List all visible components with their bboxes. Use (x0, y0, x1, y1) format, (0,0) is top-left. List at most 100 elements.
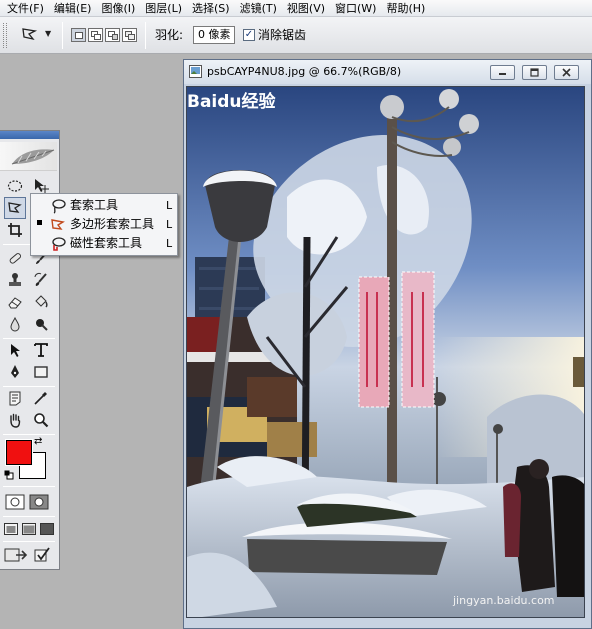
eraser-tool[interactable] (4, 291, 26, 313)
eyedropper-icon (34, 392, 47, 405)
edit-in-imageready-button[interactable] (31, 544, 53, 566)
eraser-icon (8, 297, 22, 309)
subtract-from-selection-button[interactable] (105, 28, 120, 42)
default-colors-icon[interactable] (4, 470, 14, 480)
screen-mode-icon (22, 523, 36, 535)
hand-tool[interactable] (4, 409, 26, 431)
menu-help[interactable]: 帮助(H) (381, 0, 430, 17)
polygonal-lasso-icon (51, 219, 65, 230)
svg-text:Baidu经验: Baidu经验 (187, 91, 277, 112)
burn-tool[interactable] (30, 313, 52, 335)
menu-filter[interactable]: 滤镜(T) (235, 0, 282, 17)
toolbox-separator (3, 541, 55, 542)
menu-edit[interactable]: 编辑(E) (49, 0, 97, 17)
type-icon (34, 343, 48, 357)
crop-icon (8, 223, 22, 237)
document-title-bar[interactable]: psbCAYP4NU8.jpg @ 66.7%(RGB/8) (184, 60, 591, 84)
magnetic-lasso-icon (52, 237, 66, 251)
notes-icon (9, 391, 21, 406)
menu-file[interactable]: 文件(F) (0, 0, 49, 17)
quick-mask-button[interactable] (28, 491, 50, 513)
swap-colors-icon[interactable]: ⇄ (34, 437, 42, 447)
minimize-button[interactable] (490, 65, 515, 80)
feather-field[interactable]: 0 像素 (193, 26, 235, 44)
type-tool[interactable] (30, 339, 52, 361)
pen-icon (11, 365, 19, 378)
close-icon (562, 68, 571, 77)
blur-icon (10, 316, 20, 332)
selected-bullet-icon (37, 220, 42, 225)
notes-tool[interactable] (4, 387, 26, 409)
close-button[interactable] (554, 65, 579, 80)
image-canvas[interactable]: Baidu经验 jingyan.baidu.com (186, 86, 585, 618)
options-bar-grip[interactable] (3, 23, 7, 48)
flyout-item-shortcut: L (166, 237, 173, 250)
flyout-item-shortcut: L (166, 218, 173, 231)
flyout-item-label: 多边形套索工具 (70, 217, 155, 231)
polygonal-lasso-icon (8, 202, 22, 213)
menu-bar: 文件(F) 编辑(E) 图像(I) 图层(L) 选择(S) 滤镜(T) 视图(V… (0, 0, 592, 17)
marquee-icon (7, 180, 23, 192)
history-brush-icon (34, 272, 47, 286)
intersect-selection-button[interactable] (122, 28, 137, 42)
checkmark-icon (34, 547, 50, 562)
zoom-icon (34, 413, 49, 428)
lasso-tool[interactable] (4, 197, 26, 219)
clone-stamp-tool[interactable] (4, 269, 26, 291)
polygonal-lasso-icon (22, 28, 38, 41)
menu-layer[interactable]: 图层(L) (140, 0, 187, 17)
toolbox-separator (3, 516, 55, 517)
document-window: psbCAYP4NU8.jpg @ 66.7%(RGB/8) Baidu经验 j… (183, 59, 592, 629)
paint-bucket-tool[interactable] (30, 291, 52, 313)
new-selection-button[interactable] (71, 28, 86, 42)
add-to-selection-button[interactable] (88, 28, 103, 42)
toolbox-separator (3, 434, 55, 435)
watermark-url: jingyan.baidu.com (453, 594, 555, 607)
flyout-item-magnetic-lasso[interactable]: 磁性套索工具 L (31, 234, 177, 253)
maximize-icon (530, 68, 539, 77)
options-separator (62, 22, 63, 49)
document-title: psbCAYP4NU8.jpg @ 66.7%(RGB/8) (207, 65, 402, 78)
menu-select[interactable]: 选择(S) (187, 0, 235, 17)
shape-icon (34, 366, 48, 378)
toolbox-separator (3, 486, 55, 487)
shape-tool[interactable] (30, 361, 52, 383)
marquee-tool[interactable] (4, 175, 26, 197)
tool-preset-picker[interactable] (20, 25, 40, 45)
eyedropper-tool[interactable] (30, 387, 52, 409)
path-selection-icon (11, 344, 20, 357)
flyout-item-label: 套索工具 (70, 198, 119, 212)
jump-to-imageready-button[interactable] (3, 544, 29, 566)
standard-screen-mode-button[interactable] (2, 518, 20, 540)
screen-mode-icon (40, 523, 54, 535)
screen-mode-icon (4, 523, 18, 535)
antialias-checkbox[interactable]: ✓ (243, 29, 255, 41)
foreground-color-swatch[interactable] (5, 439, 33, 466)
toolbox-header[interactable] (0, 131, 59, 139)
options-bar: ▼ 羽化: 0 像素 ✓ 消除锯齿 (0, 17, 592, 54)
antialias-label: 消除锯齿 (258, 28, 307, 42)
standard-mode-icon (5, 494, 25, 510)
healing-brush-tool[interactable] (4, 247, 26, 269)
lasso-icon (52, 199, 66, 214)
pen-tool[interactable] (4, 361, 26, 383)
full-screen-mode-button[interactable] (38, 518, 56, 540)
menu-view[interactable]: 视图(V) (282, 0, 330, 17)
flyout-item-lasso[interactable]: 套索工具 L (31, 196, 177, 215)
flyout-item-polygonal-lasso[interactable]: 多边形套索工具 L (31, 215, 177, 234)
menu-window[interactable]: 窗口(W) (330, 0, 381, 17)
menu-image[interactable]: 图像(I) (96, 0, 140, 17)
history-brush-tool[interactable] (30, 269, 52, 291)
crop-tool[interactable] (4, 219, 26, 241)
clone-stamp-icon (9, 273, 21, 286)
burn-icon (36, 319, 48, 331)
zoom-tool[interactable] (30, 409, 52, 431)
full-screen-menu-mode-button[interactable] (20, 518, 38, 540)
path-selection-tool[interactable] (4, 339, 26, 361)
blur-tool[interactable] (4, 313, 26, 335)
feather-label: 羽化: (155, 28, 184, 42)
chevron-down-icon[interactable]: ▼ (45, 29, 55, 39)
maximize-button[interactable] (522, 65, 547, 80)
standard-mode-button[interactable] (4, 491, 26, 513)
photoshop-feather-logo (0, 142, 57, 171)
